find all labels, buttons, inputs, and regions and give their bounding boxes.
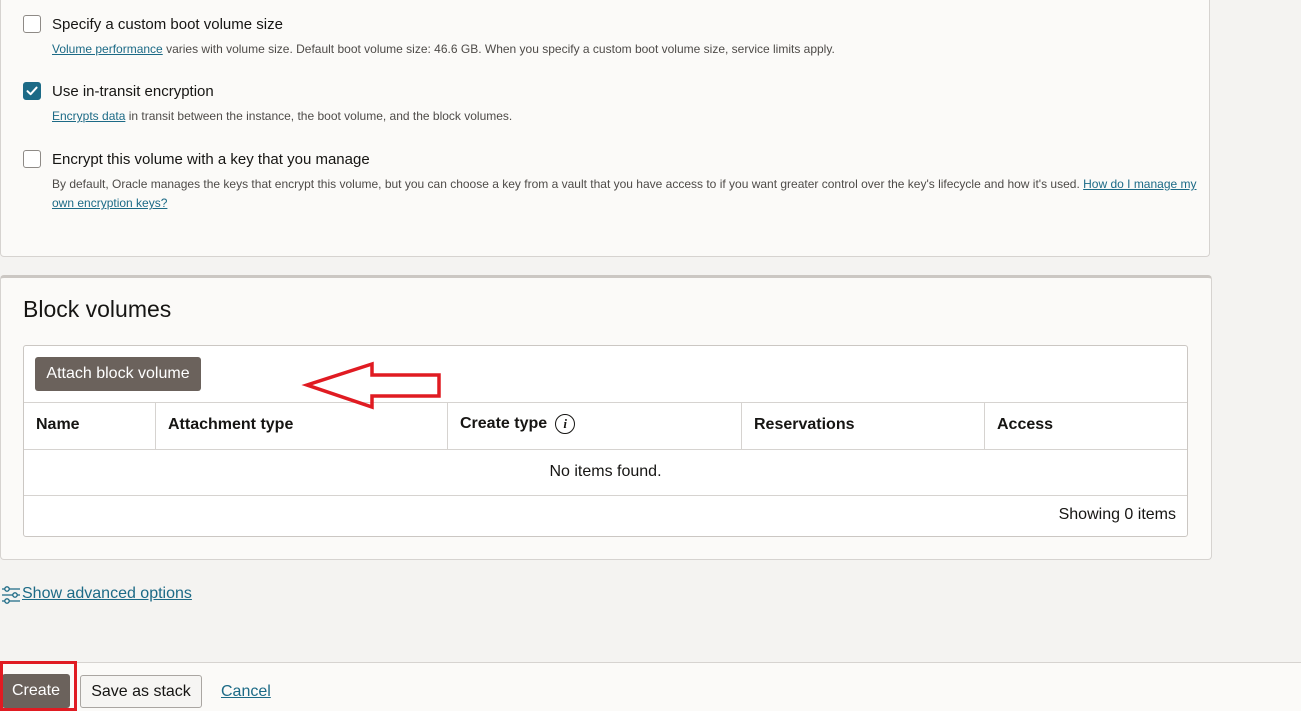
customer-managed-key-help: By default, Oracle manages the keys that… (52, 175, 1214, 213)
column-header-create-type[interactable]: Create type i (448, 403, 742, 449)
items-count: Showing 0 items (1058, 506, 1176, 523)
column-header-reservations[interactable]: Reservations (742, 403, 985, 449)
volume-performance-link[interactable]: Volume performance (52, 42, 163, 56)
custom-boot-volume-size-help-text: varies with volume size. Default boot vo… (162, 42, 835, 56)
arrow-left-icon (301, 361, 441, 410)
show-advanced-options-link[interactable]: Show advanced options (22, 585, 192, 603)
info-icon[interactable]: i (555, 413, 576, 434)
column-header-name[interactable]: Name (24, 403, 156, 449)
custom-boot-volume-size-checkbox[interactable] (23, 15, 41, 33)
sliders-icon (2, 586, 20, 604)
customer-managed-key-checkbox[interactable] (23, 150, 41, 168)
customer-managed-key-help-text: By default, Oracle manages the keys that… (52, 177, 1084, 191)
block-volumes-title: Block volumes (23, 296, 172, 322)
boot-volume-options-panel (0, 0, 1210, 257)
save-as-stack-button[interactable]: Save as stack (80, 675, 202, 708)
cancel-link[interactable]: Cancel (221, 683, 271, 701)
customer-managed-key-label[interactable]: Encrypt this volume with a key that you … (52, 151, 370, 168)
create-button[interactable]: Create (2, 674, 70, 708)
column-header-access[interactable]: Access (985, 403, 1187, 449)
column-header-create-type-label: Create type (460, 415, 548, 432)
in-transit-encryption-label[interactable]: Use in-transit encryption (52, 83, 214, 100)
encrypts-data-link[interactable]: Encrypts data (52, 109, 125, 123)
in-transit-encryption-help: Encrypts data in transit between the ins… (52, 107, 1202, 126)
custom-boot-volume-size-label[interactable]: Specify a custom boot volume size (52, 16, 283, 33)
custom-boot-volume-size-help: Volume performance varies with volume si… (52, 40, 1202, 59)
in-transit-encryption-help-text: in transit between the instance, the boo… (125, 109, 513, 123)
in-transit-encryption-checkbox[interactable] (23, 82, 41, 100)
checkmark-icon (26, 86, 38, 96)
empty-table-message: No items found. (549, 463, 662, 480)
attach-block-volume-button[interactable]: Attach block volume (35, 357, 201, 391)
